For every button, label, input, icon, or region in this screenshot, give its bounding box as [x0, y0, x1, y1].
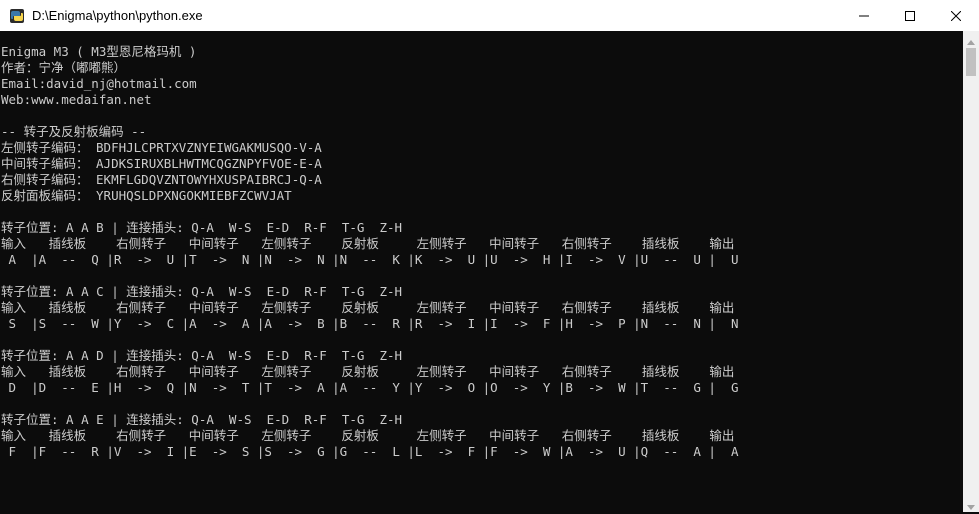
- console-line: Enigma M3 ( M3型恩尼格玛机 ): [1, 44, 197, 59]
- console-line: 左侧转子编码： BDFHJLCPRTXVZNYEIWGAKMUSQO-V-A: [1, 140, 322, 155]
- console-line: 中间转子编码： AJDKSIRUXBLHWTMCQGZNPYFVOE-E-A: [1, 156, 322, 171]
- console-line: Web:www.medaifan.net: [1, 92, 152, 107]
- console-line: D |D -- E |H -> Q |N -> T |T -> A |A -- …: [1, 380, 739, 395]
- console-text: Enigma M3 ( M3型恩尼格玛机 ) 作者：宁净（嘟嘟熊） Email:da…: [1, 44, 739, 460]
- console-window: D:\Enigma\python\python.exe Enigma M3 ( …: [0, 0, 979, 512]
- console-line: F |F -- R |V -> I |E -> S |S -> G |G -- …: [1, 444, 739, 459]
- console-line: S |S -- W |Y -> C |A -> A |A -> B |B -- …: [1, 316, 739, 331]
- scroll-up-button[interactable]: [963, 31, 979, 47]
- console-line: 转子位置: A A E | 连接插头: Q-A W-S E-D R-F T-G …: [1, 412, 403, 427]
- console-line: 输入 插线板 右侧转子 中间转子 左侧转子 反射板 左侧转子 中间转子 右侧转子…: [1, 364, 735, 379]
- console-line: 转子位置: A A C | 连接插头: Q-A W-S E-D R-F T-G …: [1, 284, 403, 299]
- title-bar[interactable]: D:\Enigma\python\python.exe: [0, 0, 979, 31]
- console-line: 作者：宁净（嘟嘟熊）: [1, 60, 127, 75]
- console-line: A |A -- Q |R -> U |T -> N |N -> N |N -- …: [1, 252, 739, 267]
- console-line: 输入 插线板 右侧转子 中间转子 左侧转子 反射板 左侧转子 中间转子 右侧转子…: [1, 236, 735, 251]
- minimize-icon: [859, 6, 869, 25]
- vertical-scrollbar[interactable]: [963, 31, 979, 512]
- console-line: 转子位置: A A B | 连接插头: Q-A W-S E-D R-F T-G …: [1, 220, 403, 235]
- console-line: 输入 插线板 右侧转子 中间转子 左侧转子 反射板 左侧转子 中间转子 右侧转子…: [1, 300, 735, 315]
- console-line: Email:david_nj@hotmail.com: [1, 76, 197, 91]
- console-line: 右侧转子编码： EKMFLGDQVZNTOWYHXUSPAIBRCJ-Q-A: [1, 172, 322, 187]
- scrollbar-thumb[interactable]: [966, 48, 976, 76]
- console-line: 输入 插线板 右侧转子 中间转子 左侧转子 反射板 左侧转子 中间转子 右侧转子…: [1, 428, 735, 443]
- chevron-down-icon: [967, 495, 975, 514]
- console-output[interactable]: Enigma M3 ( M3型恩尼格玛机 ) 作者：宁净（嘟嘟熊） Email:da…: [0, 31, 963, 512]
- close-button[interactable]: [933, 0, 979, 31]
- chevron-up-icon: [967, 30, 975, 49]
- console-line: 转子位置: A A D | 连接插头: Q-A W-S E-D R-F T-G …: [1, 348, 403, 363]
- python-icon: [9, 8, 25, 24]
- console-line: 反射面板编码： YRUHQSLDPXNGOKMIEBFZCWVJAT: [1, 188, 292, 203]
- maximize-button[interactable]: [887, 0, 933, 31]
- window-title: D:\Enigma\python\python.exe: [32, 8, 203, 23]
- console-line: -- 转子及反射板编码 --: [1, 124, 147, 139]
- scroll-down-button[interactable]: [963, 496, 979, 512]
- close-icon: [950, 6, 962, 25]
- maximize-icon: [905, 6, 915, 25]
- minimize-button[interactable]: [841, 0, 887, 31]
